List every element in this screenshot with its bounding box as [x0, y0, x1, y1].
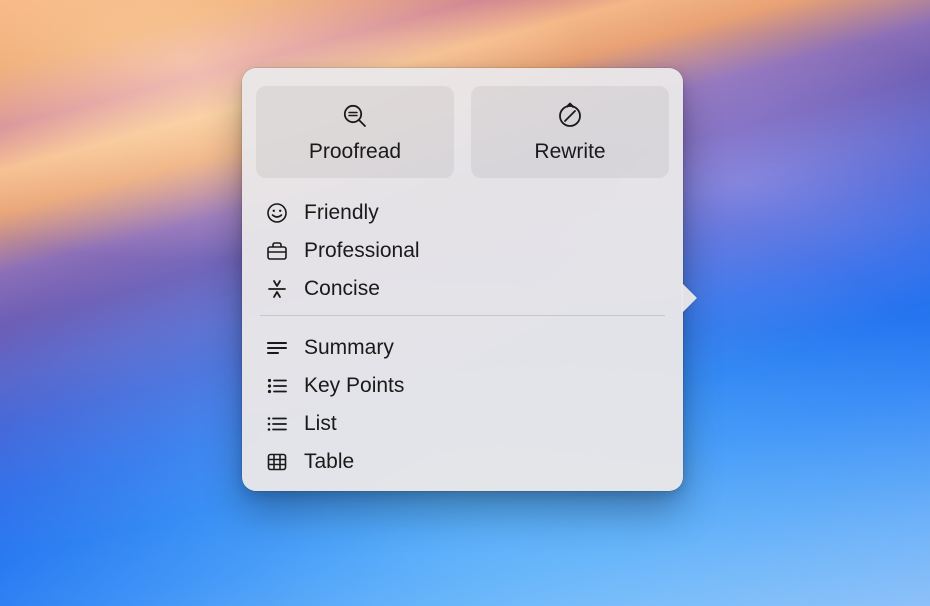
proofread-label: Proofread [309, 140, 401, 164]
option-professional[interactable]: Professional [256, 232, 669, 270]
summary-icon [266, 341, 288, 355]
proofread-icon [342, 102, 368, 130]
rewrite-icon [556, 102, 584, 130]
table-icon [266, 453, 288, 471]
option-label: Concise [304, 277, 380, 301]
option-key-points[interactable]: Key Points [256, 367, 669, 405]
section-divider [260, 315, 665, 316]
option-label: Key Points [304, 374, 404, 398]
tone-options-section: Friendly Professional Concis [252, 188, 673, 308]
format-options-section: Summary Key Points [252, 323, 673, 481]
concise-icon [266, 279, 288, 299]
option-summary[interactable]: Summary [256, 329, 669, 367]
key-points-icon [266, 378, 288, 394]
option-label: Friendly [304, 201, 379, 225]
rewrite-label: Rewrite [534, 140, 605, 164]
option-list[interactable]: List [256, 405, 669, 443]
primary-actions-row: Proofread Rewrite [252, 82, 673, 188]
option-concise[interactable]: Concise [256, 270, 669, 308]
writing-tools-popover: Proofread Rewrite [242, 68, 683, 491]
option-label: List [304, 412, 337, 436]
option-friendly[interactable]: Friendly [256, 194, 669, 232]
list-icon [266, 416, 288, 432]
option-table[interactable]: Table [256, 443, 669, 481]
rewrite-button[interactable]: Rewrite [471, 86, 669, 178]
option-label: Table [304, 450, 354, 474]
option-label: Summary [304, 336, 394, 360]
briefcase-icon [266, 241, 288, 261]
option-label: Professional [304, 239, 420, 263]
proofread-button[interactable]: Proofread [256, 86, 454, 178]
smile-icon [266, 202, 288, 224]
